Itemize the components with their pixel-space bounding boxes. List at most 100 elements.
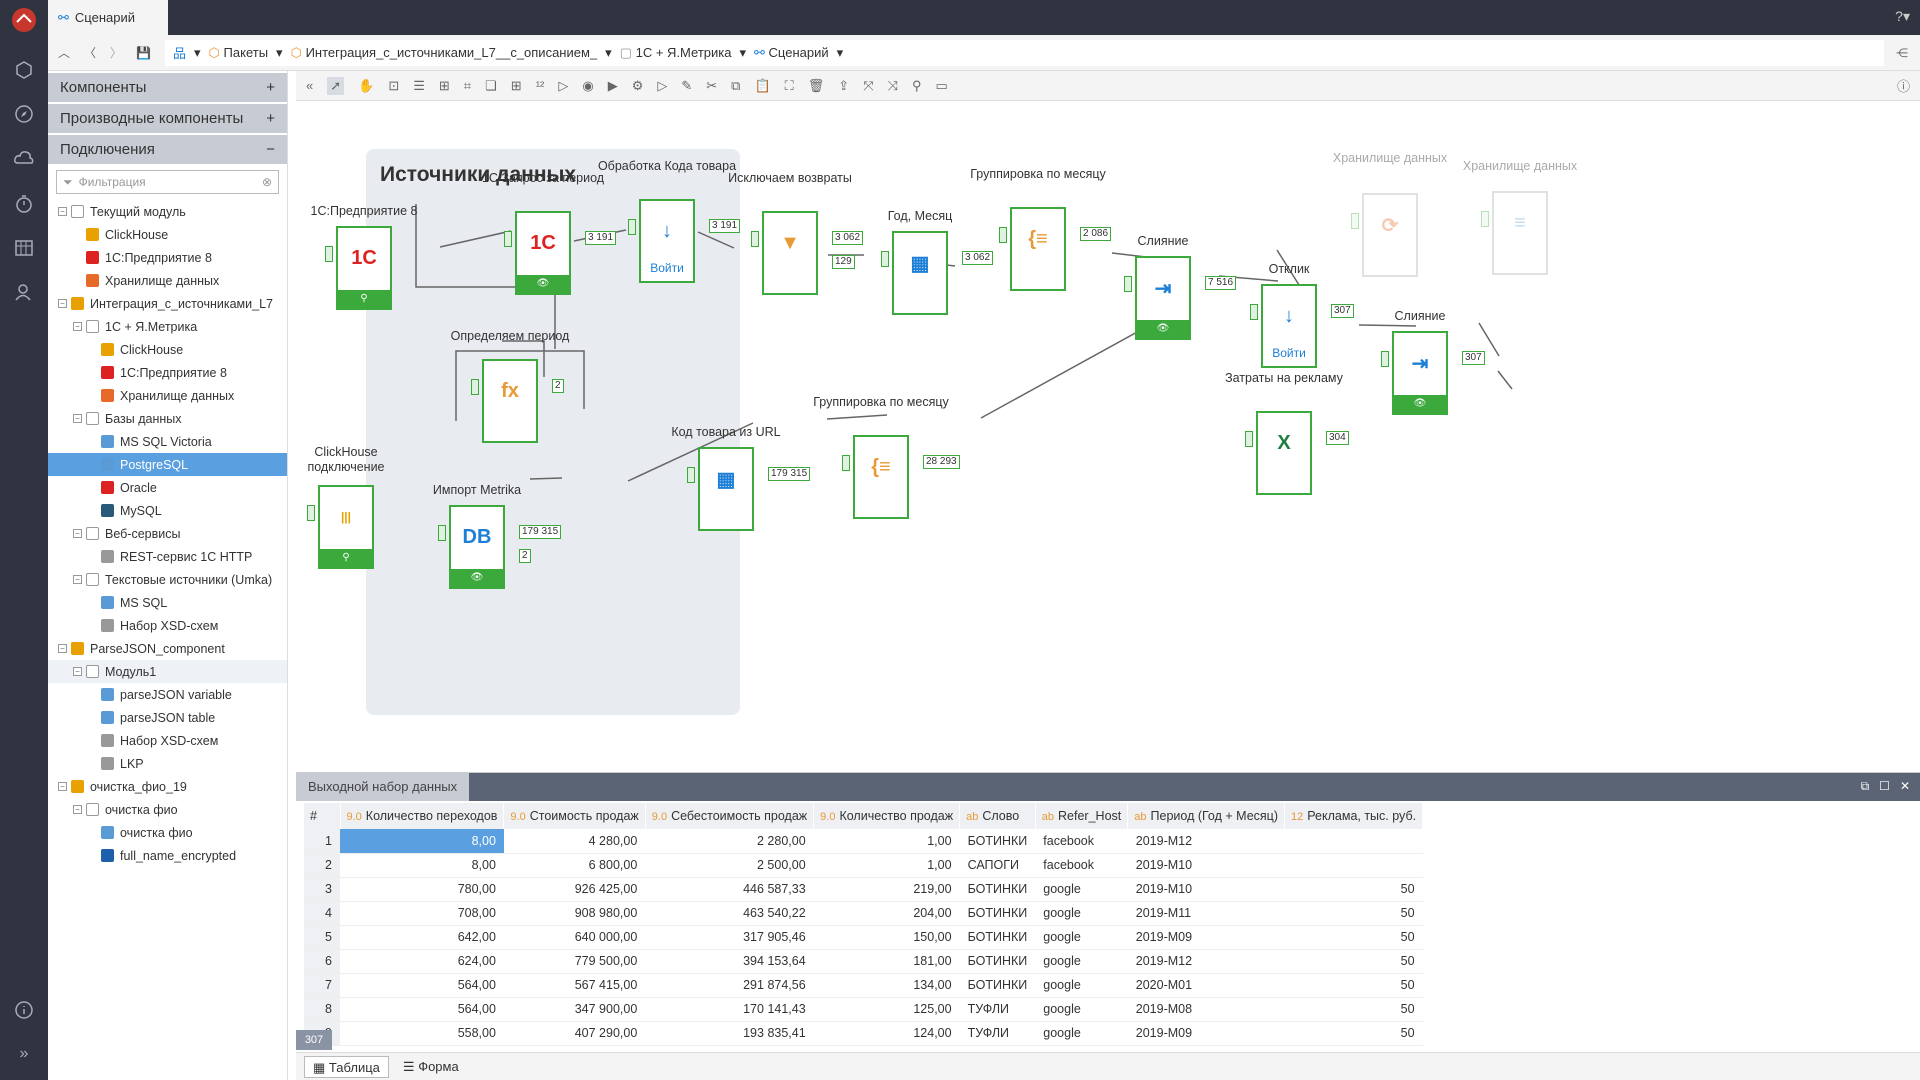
table-cell[interactable]: 708,00 xyxy=(340,901,504,926)
node-nmet[interactable]: DB 👁 xyxy=(449,505,505,589)
input-port[interactable] xyxy=(842,455,850,471)
node-footer[interactable]: ⚲ xyxy=(338,290,390,308)
table-cell[interactable]: 640 000,00 xyxy=(503,925,646,950)
filter-input[interactable]: ⏷ Фильтрация ⊗ xyxy=(56,170,279,194)
table-cell[interactable]: 8,00 xyxy=(340,853,504,878)
expander-icon[interactable] xyxy=(88,506,97,515)
group-icon[interactable]: ⛶ xyxy=(785,78,794,94)
table-cell[interactable]: 1,00 xyxy=(813,853,960,878)
table-cell[interactable]: ТУФЛИ xyxy=(959,1021,1036,1046)
maximize-icon[interactable]: ☐ xyxy=(1879,779,1890,794)
tree-item[interactable]: LKP xyxy=(48,752,287,775)
node-footer[interactable]: 👁 xyxy=(451,569,503,587)
table-cell[interactable]: 926 425,00 xyxy=(503,877,646,902)
table-cell[interactable]: БОТИНКИ xyxy=(959,877,1036,902)
add-icon[interactable]: + xyxy=(266,79,275,96)
table-cell[interactable]: google xyxy=(1035,925,1128,950)
tree-item[interactable]: PostgreSQL xyxy=(48,453,287,476)
row-count-badge[interactable]: 2 xyxy=(552,379,564,393)
table-cell[interactable]: 50 xyxy=(1284,901,1423,926)
table-cell[interactable]: 2019-M10 xyxy=(1127,877,1285,902)
expander-icon[interactable]: − xyxy=(58,207,67,216)
record-icon[interactable]: ◉ xyxy=(582,78,593,94)
expander-icon[interactable] xyxy=(88,368,97,377)
scenario-canvas[interactable]: Источники данных 1С ⚲ 1С:Предприятие 8 1С 👁 1… xyxy=(296,101,1920,765)
disconnect-icon[interactable]: ⤨ xyxy=(888,78,898,94)
table-cell[interactable]: 908 980,00 xyxy=(503,901,646,926)
table-row[interactable]: 6 624,00 779 500,00 394 153,64 181,00 БОТИНКИ… xyxy=(304,949,1423,974)
table-row[interactable]: 4 708,00 908 980,00 463 540,22 204,00 БОТИНКИ… xyxy=(304,901,1423,926)
timer-icon[interactable] xyxy=(10,190,38,218)
expander-icon[interactable] xyxy=(88,759,97,768)
tree-item[interactable]: − Модуль1 xyxy=(48,660,287,683)
tree-item[interactable]: MS SQL Victoria xyxy=(48,430,287,453)
column-header[interactable]: 9.0 Стоимость продаж xyxy=(503,803,646,829)
table-cell[interactable] xyxy=(1284,829,1423,854)
table-row[interactable]: 1 8,00 4 280,00 2 280,00 1,00 БОТИНКИ facebook… xyxy=(304,829,1423,854)
row-count-badge[interactable]: 7 516 xyxy=(1205,276,1237,290)
expander-icon[interactable] xyxy=(73,253,82,262)
export-icon[interactable]: ⇪ xyxy=(838,78,849,94)
layout-icon[interactable]: ⌗ xyxy=(464,78,471,94)
breadcrumb-item[interactable]: ⬡ Пакеты xyxy=(209,45,269,61)
tree-item[interactable]: Набор XSD-схем xyxy=(48,729,287,752)
node-nst1[interactable]: ⟳ xyxy=(1362,193,1418,277)
hierarchy-icon[interactable]: 品 xyxy=(173,43,186,62)
node-nst2[interactable]: ≡ xyxy=(1492,191,1548,275)
expander-icon[interactable] xyxy=(88,828,97,837)
node-nch[interactable]: ||| ⚲ xyxy=(318,485,374,569)
table-cell[interactable]: 1,00 xyxy=(813,829,960,854)
table-cell[interactable]: google xyxy=(1035,901,1128,926)
numbering-icon[interactable]: ¹² xyxy=(536,78,545,93)
expander-icon[interactable]: − xyxy=(73,322,82,331)
table-cell[interactable]: 2019-M10 xyxy=(1127,853,1285,878)
table-cell[interactable]: 2019-M09 xyxy=(1127,1021,1285,1046)
tree-item[interactable]: Хранилище данных xyxy=(48,269,287,292)
column-header[interactable]: # xyxy=(304,803,341,829)
table-cell[interactable]: 170 141,43 xyxy=(645,997,814,1022)
tree-item[interactable]: − очистка_фио_19 xyxy=(48,775,287,798)
expander-icon[interactable] xyxy=(88,621,97,630)
table-cell[interactable]: 291 874,56 xyxy=(645,973,814,998)
run-icon[interactable]: ▶ xyxy=(608,78,618,94)
expander-icon[interactable]: − xyxy=(73,667,82,676)
input-port[interactable] xyxy=(504,231,512,247)
expander-icon[interactable]: − xyxy=(58,644,67,653)
table-cell[interactable]: 50 xyxy=(1284,949,1423,974)
row-count-badge[interactable]: 307 xyxy=(1462,351,1485,365)
node-footer[interactable]: 👁 xyxy=(1137,320,1189,338)
tree-item[interactable]: ClickHouse xyxy=(48,338,287,361)
table-cell[interactable]: google xyxy=(1035,1021,1128,1046)
table-cell[interactable]: 193 835,41 xyxy=(645,1021,814,1046)
input-port[interactable] xyxy=(1124,276,1132,292)
column-header[interactable]: 9.0 Себестоимость продаж xyxy=(645,803,815,829)
breadcrumb-item[interactable]: ⬡ Интеграция_с_источниками_L7__с_описани… xyxy=(291,45,598,61)
column-header[interactable]: 9.0 Количество продаж xyxy=(813,803,961,829)
user-settings-icon[interactable] xyxy=(10,278,38,306)
input-port[interactable] xyxy=(1481,211,1489,227)
table-cell[interactable]: facebook xyxy=(1035,853,1128,878)
table-cell[interactable]: 2020-M01 xyxy=(1127,973,1285,998)
compass-icon[interactable] xyxy=(10,100,38,128)
node-ngr1[interactable]: {≡ xyxy=(1010,207,1066,291)
tree-item[interactable]: − Базы данных xyxy=(48,407,287,430)
table-row[interactable]: 9558,00407 290,00193 835,41124,00ТУФЛИgo… xyxy=(304,1021,1423,1046)
tree-item[interactable]: REST-сервис 1С HTTP xyxy=(48,545,287,568)
table-cell[interactable]: google xyxy=(1035,949,1128,974)
table-cell[interactable]: 624,00 xyxy=(340,949,504,974)
table-cell[interactable]: БОТИНКИ xyxy=(959,829,1036,854)
table-icon[interactable] xyxy=(10,234,38,262)
table-cell[interactable]: 50 xyxy=(1284,997,1423,1022)
tree-item[interactable]: − Текущий модуль xyxy=(48,200,287,223)
input-port[interactable] xyxy=(1245,431,1253,447)
section-connections[interactable]: Подключения − xyxy=(48,135,287,164)
node-footer[interactable]: 👁 xyxy=(517,275,569,293)
expander-icon[interactable]: − xyxy=(58,299,67,308)
input-port[interactable] xyxy=(751,231,759,247)
table-cell[interactable]: 347 900,00 xyxy=(503,997,646,1022)
run-node-icon[interactable]: ▷ xyxy=(657,78,667,94)
row-count-badge[interactable]: 28 293 xyxy=(923,455,960,469)
input-port[interactable] xyxy=(1250,304,1258,320)
input-port[interactable] xyxy=(438,525,446,541)
tree-item[interactable]: − Интеграция_с_источниками_L7 xyxy=(48,292,287,315)
